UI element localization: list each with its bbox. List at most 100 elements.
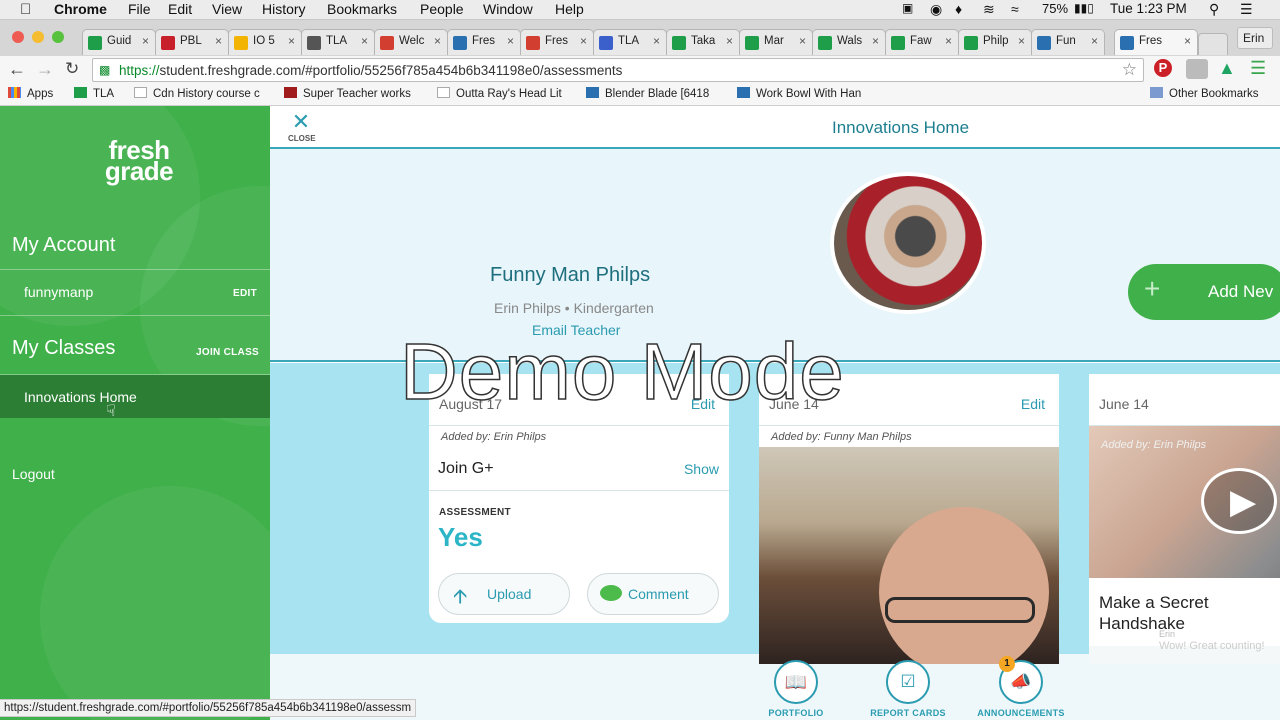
extension-off-icon[interactable]	[1186, 59, 1208, 79]
student-name: Funny Man Philps	[490, 264, 651, 286]
browser-tab[interactable]: Fres ×	[1114, 29, 1198, 55]
camera-icon[interactable]: ▣	[902, 1, 913, 15]
tab-close-icon[interactable]: ×	[1184, 34, 1191, 48]
app-menu-chrome[interactable]: Chrome	[54, 1, 107, 17]
grammarly-icon[interactable]: ◉	[930, 1, 942, 18]
bookmark-work-bowl[interactable]: Work Bowl With Han	[737, 87, 861, 100]
pinterest-extension-icon[interactable]: P	[1154, 59, 1172, 77]
menu-window[interactable]: Window	[483, 1, 533, 17]
browser-tab[interactable]: Taka ×	[666, 29, 740, 55]
freshgrade-logo: fresh grade	[94, 137, 184, 184]
class-item-label: Innovations Home	[24, 389, 137, 405]
join-class-button[interactable]: JOIN CLASS	[196, 347, 259, 358]
tab-close-icon[interactable]: ×	[215, 34, 222, 48]
menu-view[interactable]: View	[212, 1, 242, 17]
menu-history[interactable]: History	[262, 1, 306, 17]
browser-tab[interactable]: Philp ×	[958, 29, 1032, 55]
logout-link[interactable]: Logout	[12, 466, 55, 482]
tab-close-icon[interactable]: ×	[1091, 34, 1098, 48]
play-button[interactable]: ▶	[1201, 468, 1277, 534]
menu-people[interactable]: People	[420, 1, 464, 17]
notification-center-icon[interactable]: ☰	[1240, 1, 1253, 18]
browser-tab[interactable]: Mar ×	[739, 29, 813, 55]
apple-icon[interactable]: 	[20, 1, 31, 18]
menu-bookmarks[interactable]: Bookmarks	[327, 1, 397, 17]
browser-tab[interactable]: Welc ×	[374, 29, 448, 55]
bookmark-super-teacher[interactable]: Super Teacher works	[284, 87, 411, 100]
sidebar-item-innovations-home[interactable]: Innovations Home ☟	[0, 375, 270, 420]
tab-close-icon[interactable]: ×	[142, 34, 149, 48]
upload-button[interactable]: 🡩 Upload	[438, 573, 570, 615]
browser-tab[interactable]: IO 5 ×	[228, 29, 302, 55]
add-new-label: Add Nev	[1208, 282, 1274, 301]
divider	[0, 315, 270, 316]
show-link[interactable]: Show	[684, 461, 719, 477]
battery-icon[interactable]: ▮▮▯	[1074, 1, 1094, 15]
tab-label: Fun	[1056, 35, 1076, 47]
forward-icon[interactable]: →	[36, 59, 54, 80]
url-text: student.freshgrade.com/#portfolio/55256f…	[159, 63, 623, 78]
bookmark-apps[interactable]: Apps	[8, 87, 53, 100]
tab-close-icon[interactable]: ×	[653, 34, 660, 48]
chrome-menu-icon[interactable]: ☰	[1250, 58, 1266, 79]
browser-tab[interactable]: TLA ×	[593, 29, 667, 55]
spotlight-icon[interactable]: ⚲	[1209, 1, 1219, 18]
profile-button[interactable]: Erin	[1237, 27, 1273, 49]
google-drive-icon[interactable]: ▲	[1218, 58, 1236, 79]
comment-button[interactable]: Comment	[587, 573, 719, 615]
back-icon[interactable]: ←	[8, 59, 26, 80]
bookmark-blender-blade[interactable]: Blender Blade [6418	[586, 87, 709, 100]
close-icon: ✕	[291, 109, 311, 134]
tab-close-icon[interactable]: ×	[434, 34, 441, 48]
tab-close-icon[interactable]: ×	[507, 34, 514, 48]
menu-help[interactable]: Help	[555, 1, 584, 17]
tab-close-icon[interactable]: ×	[580, 34, 587, 48]
address-bar[interactable]: ▩ https://student.freshgrade.com/#portfo…	[92, 58, 1144, 82]
zoom-window-icon[interactable]	[52, 31, 64, 43]
bookmark-tla[interactable]: TLA	[74, 87, 114, 100]
clock[interactable]: Tue 1:23 PM	[1110, 1, 1187, 16]
browser-tab[interactable]: Wals ×	[812, 29, 886, 55]
bell-icon[interactable]: ♦	[955, 1, 962, 17]
close-button[interactable]: ✕ CLOSE	[288, 109, 316, 144]
minimize-window-icon[interactable]	[32, 31, 44, 43]
menu-file[interactable]: File	[128, 1, 151, 17]
browser-tab[interactable]: Fres ×	[520, 29, 594, 55]
tab-close-icon[interactable]: ×	[726, 34, 733, 48]
tab-close-icon[interactable]: ×	[945, 34, 952, 48]
nav-report-cards[interactable]: ☑ REPORT CARDS	[868, 660, 948, 718]
browser-tab[interactable]: PBL ×	[155, 29, 229, 55]
wifi-icon[interactable]: ≈	[1011, 1, 1019, 17]
activity-icon[interactable]: ≋	[983, 1, 995, 18]
bookmark-outta-rays-head[interactable]: Outta Ray's Head Lit	[437, 87, 562, 100]
divider	[0, 269, 270, 270]
tab-close-icon[interactable]: ×	[799, 34, 806, 48]
tab-close-icon[interactable]: ×	[1018, 34, 1025, 48]
tab-close-icon[interactable]: ×	[361, 34, 368, 48]
edit-account-button[interactable]: EDIT	[233, 288, 257, 299]
edit-post-link[interactable]: Edit	[1021, 396, 1045, 412]
browser-tab[interactable]: Fun ×	[1031, 29, 1105, 55]
browser-tab[interactable]: Fres ×	[447, 29, 521, 55]
menu-edit[interactable]: Edit	[168, 1, 192, 17]
close-window-icon[interactable]	[12, 31, 24, 43]
bookmark-label: Cdn History course c	[153, 88, 260, 100]
bookmark-other[interactable]: Other Bookmarks	[1150, 87, 1258, 100]
browser-tab[interactable]: Faw ×	[885, 29, 959, 55]
nav-announcements[interactable]: 📣 ANNOUNCEMENTS 1	[976, 656, 1066, 718]
browser-tab[interactable]: TLA ×	[301, 29, 375, 55]
add-new-button[interactable]: + Add Nev	[1128, 264, 1280, 320]
tab-favicon-icon	[1120, 36, 1134, 50]
browser-tab[interactable]: Guid ×	[82, 29, 156, 55]
tab-close-icon[interactable]: ×	[288, 34, 295, 48]
lock-icon: ▩	[99, 63, 111, 77]
post-photo[interactable]	[759, 447, 1059, 664]
new-tab-button[interactable]	[1198, 33, 1228, 55]
username-link[interactable]: funnymanp	[24, 284, 93, 300]
bookmark-star-icon[interactable]: ☆	[1122, 60, 1137, 80]
reload-icon[interactable]: ↻	[65, 59, 79, 79]
post-date: June 14	[1099, 396, 1149, 412]
nav-portfolio[interactable]: 📖 PORTFOLIO	[763, 660, 829, 718]
tab-close-icon[interactable]: ×	[872, 34, 879, 48]
bookmark-cdn-history[interactable]: Cdn History course c	[134, 87, 260, 100]
